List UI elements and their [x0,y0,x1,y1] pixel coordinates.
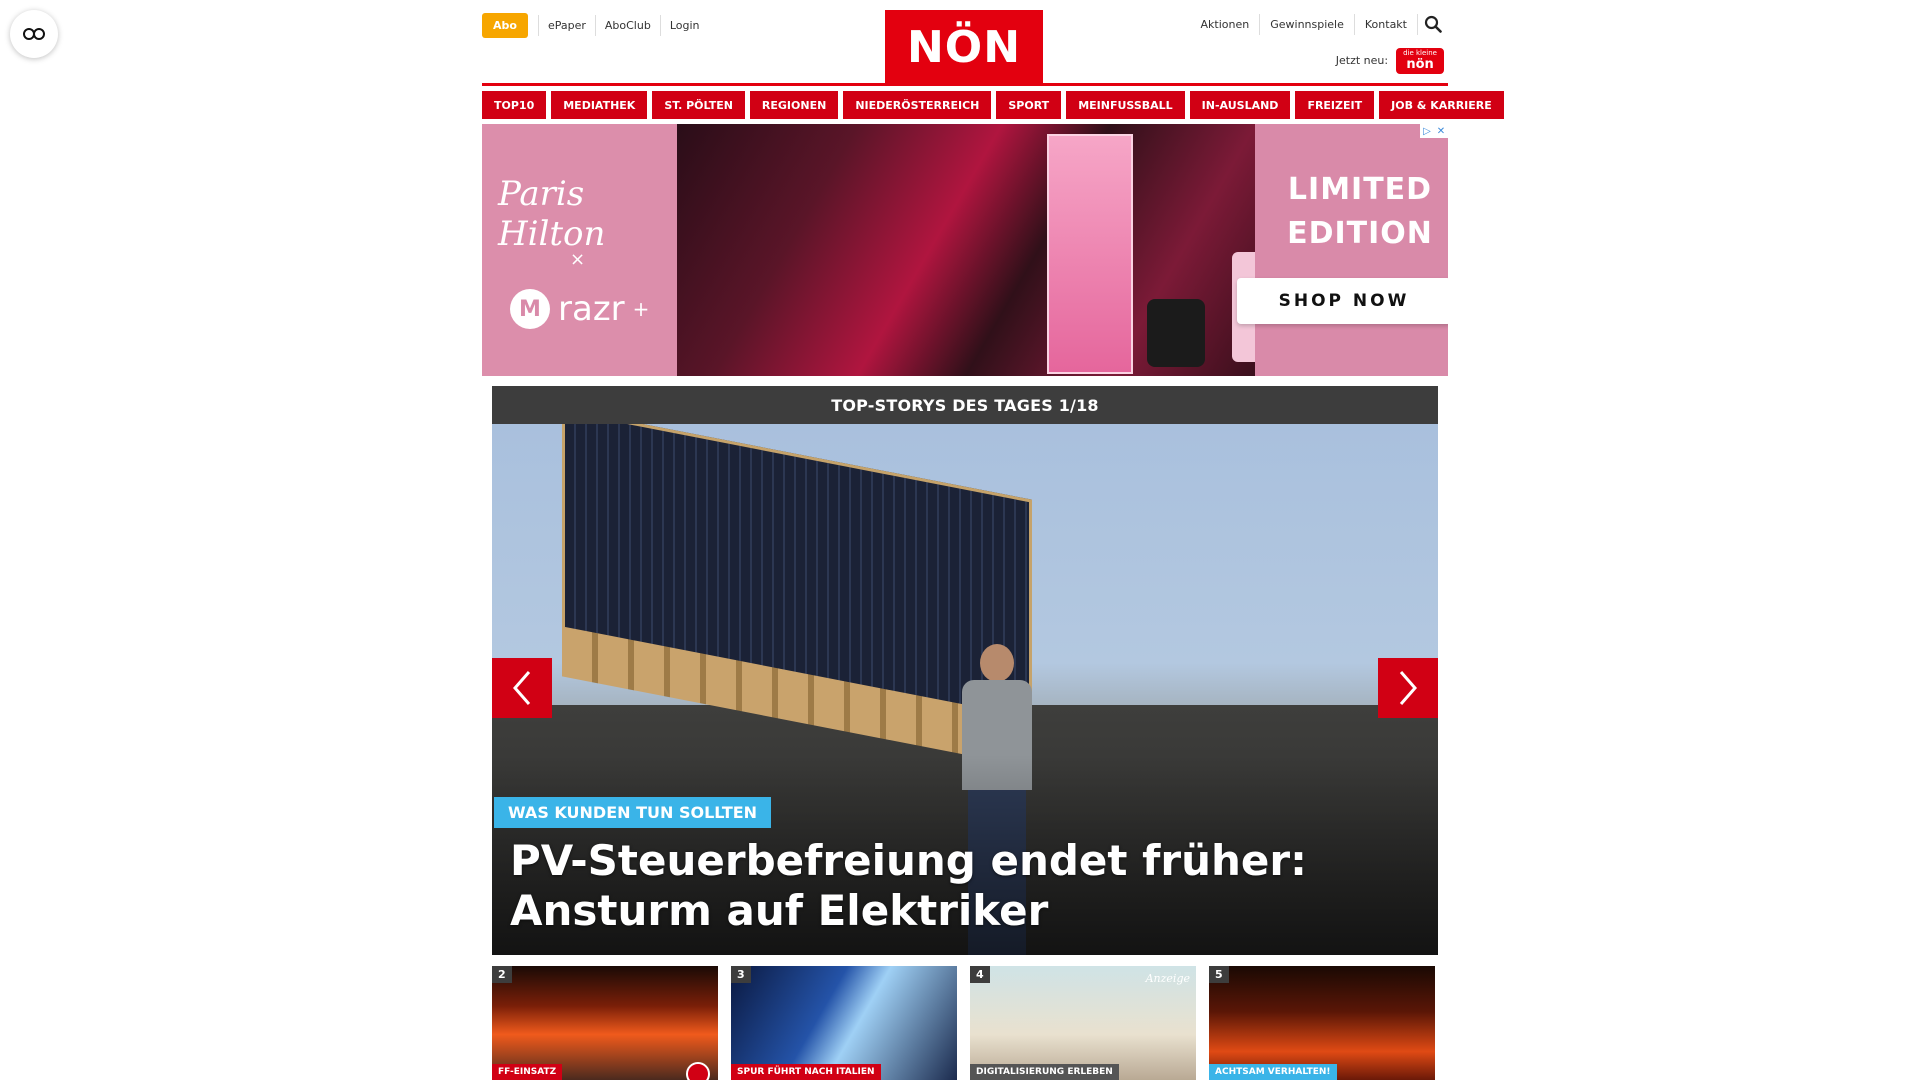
teaser-tag: DIGITALISIERUNG ERLEBEN [970,1064,1119,1080]
ad-headline-line1: LIMITED [1287,172,1433,207]
nav-item-meinfussball[interactable]: MEINFUSSBALL [1066,91,1185,119]
teaser-number: 5 [1209,966,1229,983]
ad-shop-now-button[interactable]: SHOP NOW [1237,278,1448,324]
ad-partner-name: razr [558,289,625,329]
ad-right-panel: LIMITED EDITION SHOP NOW ▷ ✕ [1237,124,1448,376]
teaser-number: 2 [492,966,512,983]
site-header: Abo ePaper AboClub Login NÖN Aktionen Ge… [482,0,1448,86]
top-stories: TOP-STORYS DES TAGES 1/18 WAS KUNDEN TUN… [492,386,1438,955]
motorola-logo-icon: M [510,289,550,329]
teaser-card[interactable]: 2 FF-EINSATZ [492,966,718,1080]
nav-item-job-karriere[interactable]: JOB & KARRIERE [1379,91,1504,119]
reader-mode-icon [23,28,45,40]
top-story-slide[interactable]: WAS KUNDEN TUN SOLLTEN PV-Steuerbefreiun… [492,424,1438,955]
main-nav: TOP10 MEDIATHEK ST. PÖLTEN REGIONEN NIED… [482,91,1504,119]
teaser-tag: ACHTSAM VERHALTEN! [1209,1064,1337,1080]
top-stories-heading: TOP-STORYS DES TAGES 1/18 [492,386,1438,424]
ad-banner[interactable]: Paris Hilton × M razr + LIMITED EDITION S… [482,124,1448,376]
abo-button[interactable]: Abo [482,13,528,38]
search-icon [1424,15,1442,33]
gewinnspiele-link[interactable]: Gewinnspiele [1260,13,1355,35]
site-logo[interactable]: NÖN [885,10,1043,84]
nav-item-sport[interactable]: SPORT [996,91,1062,119]
top-nav-left: Abo ePaper AboClub Login [482,13,709,38]
nav-item-freizeit[interactable]: FREIZEIT [1295,91,1375,119]
teaser-tag: SPUR FÜHRT NACH ITALIEN [731,1064,881,1080]
ad-product-box [1047,134,1133,374]
ad-brand-script: Paris Hilton [498,174,606,254]
ad-headline-line2: EDITION [1287,216,1433,251]
ad-left-panel: Paris Hilton × M razr + [482,124,677,376]
close-icon[interactable]: ✕ [1434,124,1448,138]
teaser-card[interactable]: 3 SPUR FÜHRT NACH ITALIEN [731,966,957,1080]
nav-item-st-poelten[interactable]: ST. PÖLTEN [652,91,745,119]
nav-item-niederoesterreich[interactable]: NIEDERÖSTERREICH [843,91,992,119]
teaser-ad-label: Anzeige [1145,972,1190,985]
jetzt-neu-label: Jetzt neu: [1335,54,1389,68]
story-headline[interactable]: PV-Steuerbefreiung endet früher: Ansturm… [510,836,1430,936]
adchoices-icon[interactable]: ▷ [1420,124,1434,138]
chevron-right-icon [1399,671,1417,705]
ad-product-photo [677,124,1327,376]
story-teasers: 2 FF-EINSATZ 3 SPUR FÜHRT NACH ITALIEN 4… [492,966,1438,1080]
top-nav-right: Aktionen Gewinnspiele Kontakt [1191,12,1448,36]
page-container: Abo ePaper AboClub Login NÖN Aktionen Ge… [482,0,1504,1080]
teaser-number: 3 [731,966,751,983]
teaser-tag: FF-EINSATZ [492,1064,563,1080]
ad-choices[interactable]: ▷ ✕ [1420,124,1448,138]
nav-item-regionen[interactable]: REGIONEN [749,91,839,119]
chevron-left-icon [513,671,531,705]
kleine-noen-badge-text: nön [1406,56,1434,72]
ad-headline: LIMITED EDITION [1285,168,1435,256]
camera-icon [686,1062,710,1080]
ad-partner-logo: M razr + [510,289,649,329]
hero-image-worker-head [980,644,1014,682]
login-link[interactable]: Login [659,15,709,36]
ad-cross: × [570,249,586,270]
header-divider [482,83,1448,86]
reader-mode-button[interactable] [10,10,58,58]
aboclub-link[interactable]: AboClub [594,15,660,36]
slider-next-button[interactable] [1378,658,1438,718]
story-kicker[interactable]: WAS KUNDEN TUN SOLLTEN [494,797,772,828]
nav-item-top10[interactable]: TOP10 [482,91,547,119]
ad-partner-sup: + [632,297,650,321]
kontakt-link[interactable]: Kontakt [1355,13,1418,35]
ad-product-phone [1147,299,1205,367]
aktionen-link[interactable]: Aktionen [1191,13,1261,35]
search-button[interactable] [1418,12,1448,36]
epaper-link[interactable]: ePaper [537,15,595,36]
teaser-card[interactable]: 5 ACHTSAM VERHALTEN! [1209,966,1435,1080]
nav-item-mediathek[interactable]: MEDIATHEK [551,91,648,119]
nav-item-in-ausland[interactable]: IN-AUSLAND [1189,91,1291,119]
kleine-noen-badge[interactable]: die kleine nön [1396,48,1444,74]
slider-prev-button[interactable] [492,658,552,718]
teaser-number: 4 [970,966,990,983]
teaser-card[interactable]: 4 Anzeige DIGITALISIERUNG ERLEBEN [970,966,1196,1080]
jetzt-neu: Jetzt neu: die kleine nön [1336,48,1444,74]
